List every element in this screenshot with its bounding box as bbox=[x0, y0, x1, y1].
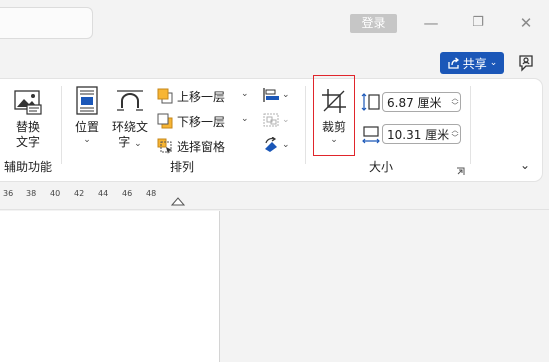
bring-forward-button[interactable]: 上移一层 bbox=[157, 87, 225, 105]
alt-text-label-1: 替换 bbox=[15, 120, 40, 134]
chevron-down-icon: ⌄ bbox=[83, 135, 91, 145]
height-input[interactable]: 6.87 厘米 ︿ ﹀ bbox=[382, 92, 461, 112]
restore-button[interactable]: ❐ bbox=[466, 11, 490, 35]
alt-text-button[interactable]: 替换 文字 bbox=[8, 88, 48, 150]
alt-text-icon bbox=[14, 90, 42, 115]
ruler-tick: 46 bbox=[122, 189, 133, 198]
chevron-down-icon: ⌄ bbox=[330, 135, 338, 145]
ruler-tick: 44 bbox=[98, 189, 109, 198]
ruler-tick: 42 bbox=[74, 189, 85, 198]
ruler-tick: 48 bbox=[146, 189, 157, 198]
selection-pane-label: 选择窗格 bbox=[177, 139, 226, 154]
bring-forward-icon bbox=[157, 88, 173, 104]
group-separator bbox=[61, 86, 62, 164]
spin-arrows[interactable]: ︿ ﹀ bbox=[450, 94, 460, 110]
share-icon bbox=[448, 56, 459, 69]
height-icon bbox=[361, 93, 380, 111]
chevron-down-icon: ⌄ bbox=[282, 90, 290, 100]
rotate-button[interactable]: ⌄ bbox=[262, 137, 290, 153]
rotate-icon bbox=[265, 137, 277, 152]
group-button[interactable]: ⌄ bbox=[262, 112, 290, 128]
wrap-text-icon bbox=[117, 90, 143, 111]
ruler-divider bbox=[0, 209, 549, 210]
wrap-text-button[interactable]: 环绕文 字 ⌄ bbox=[108, 86, 152, 152]
height-value: 6.87 厘米 bbox=[387, 95, 442, 110]
close-button[interactable]: ✕ bbox=[514, 11, 538, 35]
search-box[interactable] bbox=[0, 7, 93, 39]
align-icon bbox=[263, 88, 279, 102]
ruler-tick: 38 bbox=[26, 189, 37, 198]
chevron-down-icon: ⌄ bbox=[282, 115, 290, 125]
width-value: 10.31 厘米 bbox=[387, 127, 450, 142]
crop-label: 裁剪 bbox=[321, 120, 346, 134]
bring-forward-label: 上移一层 bbox=[177, 89, 226, 104]
accessibility-group-label: 辅助功能 bbox=[3, 160, 52, 174]
dialog-launcher-icon[interactable] bbox=[456, 167, 465, 176]
position-icon bbox=[76, 86, 98, 115]
group-objects-icon bbox=[263, 113, 279, 127]
arrange-group-label: 排列 bbox=[169, 160, 194, 174]
minimize-button[interactable]: — bbox=[419, 11, 443, 35]
selection-pane-button[interactable]: 选择窗格 bbox=[157, 137, 225, 155]
chevron-down-icon: ⌄ bbox=[489, 58, 498, 68]
chevron-down-icon: ⌄ bbox=[282, 140, 290, 150]
ruler-indent-marker-icon[interactable] bbox=[171, 196, 185, 206]
send-backward-icon bbox=[157, 113, 173, 129]
share-label: 共享 bbox=[462, 56, 487, 71]
group-separator bbox=[305, 86, 306, 164]
ruler-tick: 36 bbox=[3, 189, 14, 198]
send-backward-dropdown[interactable]: ⌄ bbox=[241, 114, 249, 124]
horizontal-ruler: 36 38 40 42 44 46 48 bbox=[0, 186, 220, 202]
crop-button[interactable]: 裁剪 ⌄ bbox=[318, 88, 350, 145]
bring-forward-dropdown[interactable]: ⌄ bbox=[241, 89, 249, 99]
assistant-icon[interactable] bbox=[516, 52, 538, 74]
login-button[interactable]: 登录 bbox=[350, 14, 397, 33]
share-button[interactable]: 共享 ⌄ bbox=[440, 52, 504, 74]
document-page[interactable] bbox=[0, 211, 220, 362]
width-input[interactable]: 10.31 厘米 ︿ ﹀ bbox=[382, 124, 461, 144]
width-icon bbox=[362, 126, 380, 144]
send-backward-button[interactable]: 下移一层 bbox=[157, 112, 225, 130]
collapse-ribbon-icon[interactable]: ⌄ bbox=[520, 158, 530, 172]
wrap-text-label-1: 环绕文 bbox=[111, 120, 148, 134]
ruler-tick: 40 bbox=[50, 189, 61, 198]
position-label: 位置 bbox=[74, 120, 99, 134]
selection-pane-icon bbox=[157, 138, 172, 154]
send-backward-label: 下移一层 bbox=[177, 114, 226, 129]
crop-icon bbox=[322, 89, 346, 113]
alt-text-label-2: 文字 bbox=[15, 135, 40, 149]
wrap-text-label-2: 字 ⌄ bbox=[118, 135, 142, 149]
size-group-label: 大小 bbox=[368, 160, 393, 174]
align-button[interactable]: ⌄ bbox=[262, 87, 290, 103]
group-separator bbox=[470, 86, 471, 164]
spin-arrows[interactable]: ︿ ﹀ bbox=[450, 126, 460, 142]
position-button[interactable]: 位置 ⌄ bbox=[72, 86, 102, 145]
